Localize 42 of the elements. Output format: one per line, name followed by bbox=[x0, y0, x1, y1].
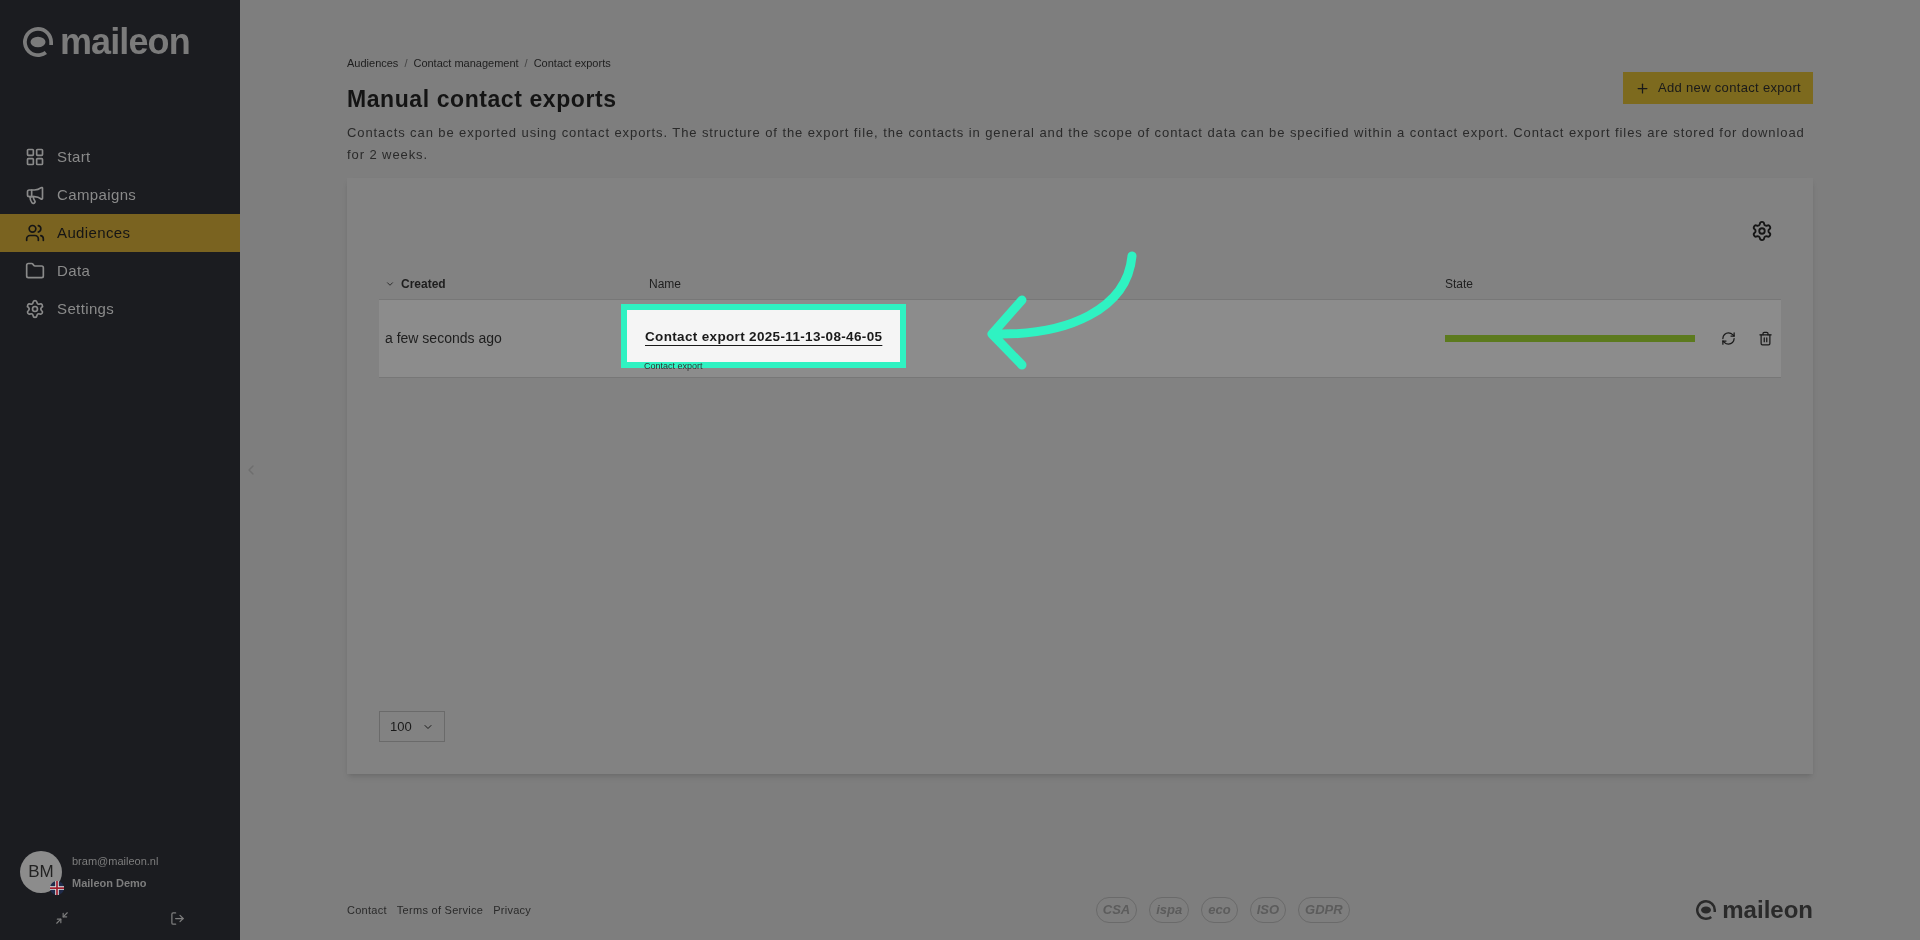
sidebar-item[interactable]: Start bbox=[0, 138, 240, 176]
grid-icon bbox=[25, 147, 45, 167]
footer-link[interactable]: Contact bbox=[347, 901, 387, 919]
page-title: Manual contact exports bbox=[347, 84, 617, 114]
settings-icon[interactable] bbox=[1751, 220, 1773, 242]
logo-mark-icon bbox=[20, 24, 56, 60]
folder-icon bbox=[25, 261, 45, 281]
plus-icon bbox=[1635, 80, 1650, 96]
flag-icon bbox=[50, 881, 64, 895]
collapse-icon[interactable] bbox=[55, 911, 69, 925]
logout-icon[interactable] bbox=[170, 911, 185, 926]
breadcrumb-separator: / bbox=[404, 56, 408, 71]
breadcrumb-separator: / bbox=[524, 56, 528, 71]
export-type: Contact export bbox=[644, 359, 703, 373]
page-description: Contacts can be exported using contact exports. The structure of the export file, the contacts in general and the scope of contact data can be specified within a contact export. Contact export files are stored for download for 2 weeks. bbox=[347, 124, 1806, 164]
logo-mark-icon bbox=[1694, 898, 1719, 922]
user-avatar[interactable]: BM bbox=[20, 851, 62, 893]
breadcrumb-link[interactable]: Contact management bbox=[413, 55, 519, 72]
megaphone-icon bbox=[25, 185, 45, 205]
gear-icon bbox=[25, 299, 45, 319]
column-header[interactable]: Name bbox=[649, 274, 1445, 293]
breadcrumb-link[interactable]: Contact exports bbox=[533, 55, 611, 72]
footer-link[interactable]: Privacy bbox=[493, 901, 532, 919]
column-header[interactable]: Created bbox=[379, 274, 649, 293]
user-email: bram@maileon.nl bbox=[72, 853, 159, 869]
delete-icon[interactable] bbox=[1758, 331, 1773, 346]
add-contact-export-button[interactable]: Add new contact export bbox=[1623, 72, 1813, 104]
breadcrumb-link[interactable]: Audiences bbox=[347, 55, 399, 72]
sidebar-item[interactable]: Data bbox=[0, 252, 240, 290]
page-size-select[interactable]: 100 bbox=[379, 711, 445, 742]
logo-text: maileon bbox=[1722, 895, 1813, 925]
footer-link[interactable]: Terms of Service bbox=[396, 901, 484, 919]
users-icon bbox=[25, 223, 45, 243]
account-name: Maileon Demo bbox=[72, 876, 148, 891]
export-name-link[interactable]: Contact export 2025-11-13-08-46-05 bbox=[645, 328, 883, 344]
table-row[interactable]: a few seconds ago Contact export 2025-11-13-08-46-05 Contact export bbox=[379, 300, 1781, 378]
sidebar-item[interactable]: Settings bbox=[0, 290, 240, 328]
sidebar-item[interactable]: Audiences bbox=[0, 214, 240, 252]
column-header[interactable]: State bbox=[1445, 274, 1781, 293]
logo-text: maileon bbox=[60, 22, 190, 62]
sidebar-item[interactable]: Campaigns bbox=[0, 176, 240, 214]
refresh-icon[interactable] bbox=[1721, 331, 1736, 346]
